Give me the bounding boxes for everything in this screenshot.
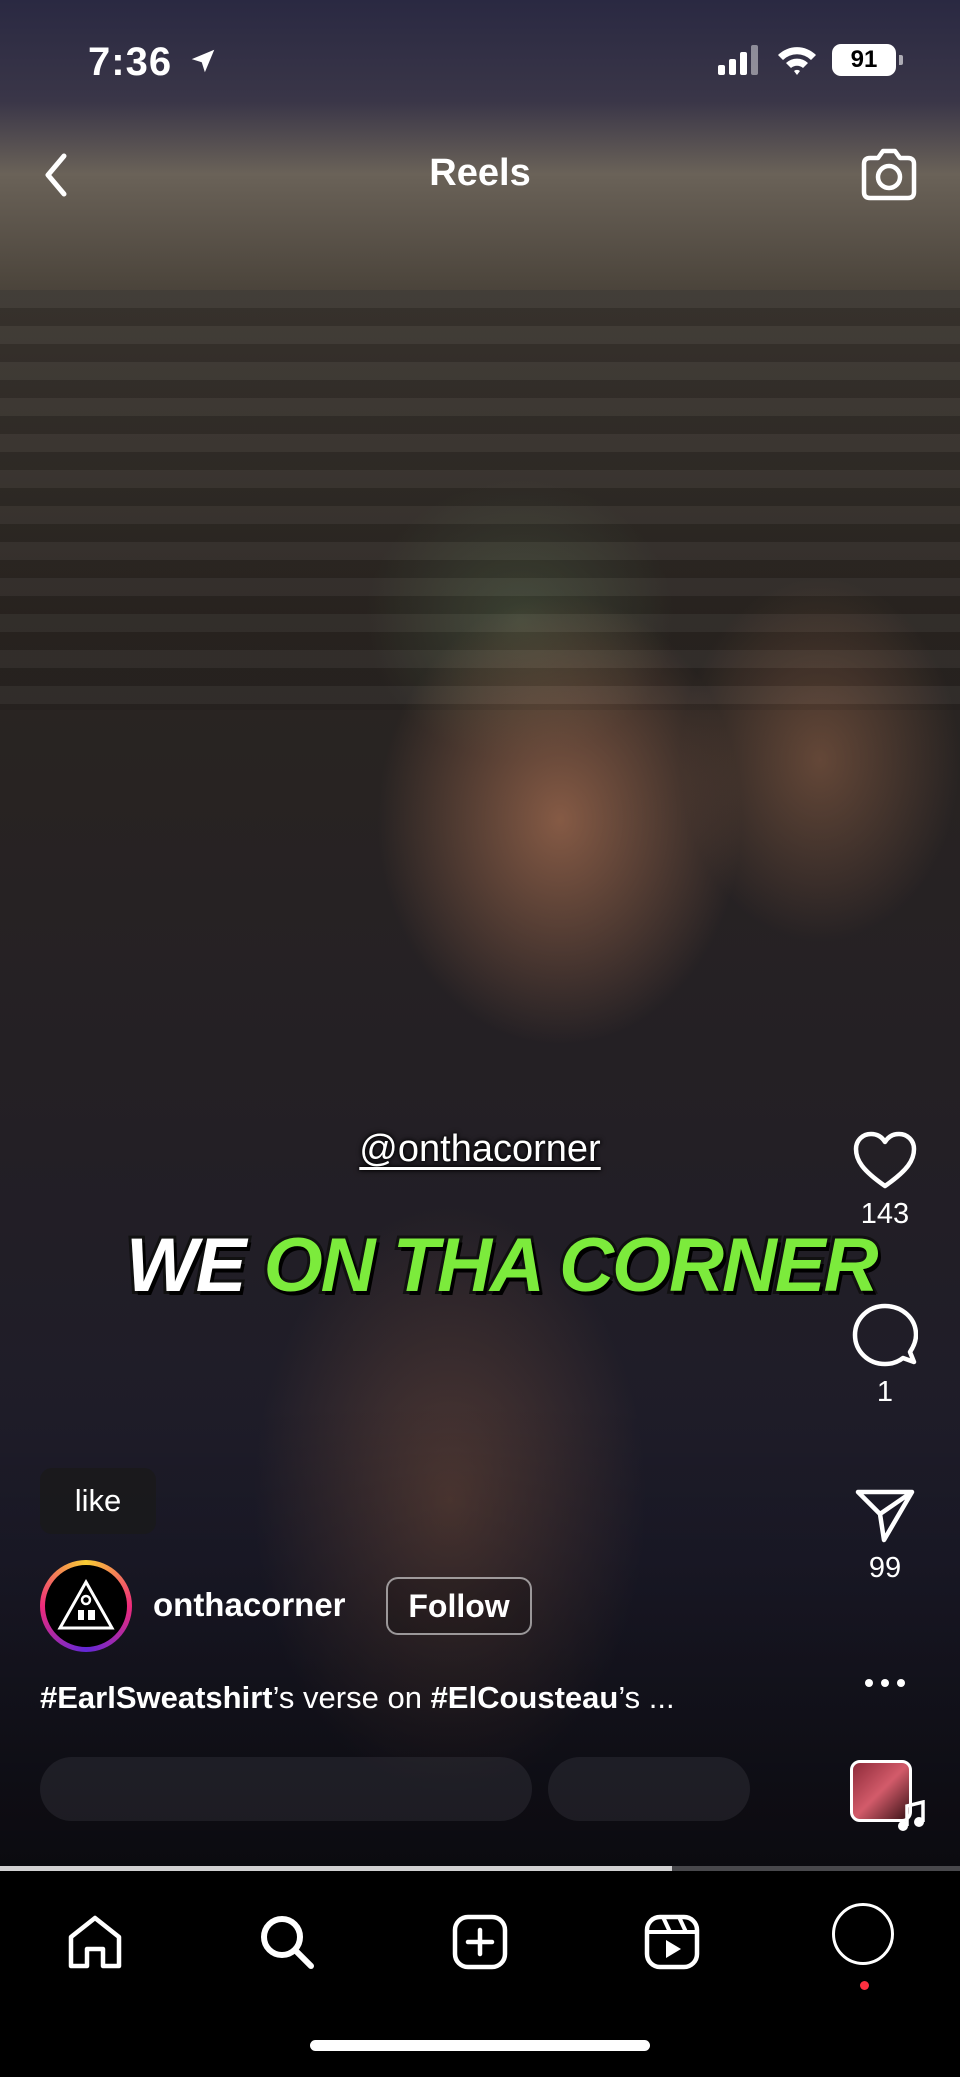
share-icon[interactable] — [854, 1486, 916, 1544]
comment-action[interactable]: 1 — [842, 1302, 928, 1409]
heart-icon[interactable] — [852, 1130, 918, 1190]
background-wall — [0, 290, 960, 710]
avatar[interactable] — [40, 1560, 132, 1652]
home-indicator — [310, 2040, 650, 2051]
otc-logo-icon — [57, 1578, 115, 1630]
home-icon[interactable] — [66, 1913, 124, 1971]
like-chip[interactable]: like — [40, 1468, 156, 1534]
status-indicators: 91 — [718, 44, 903, 76]
comment-preview-pill[interactable] — [40, 1757, 532, 1821]
camera-icon[interactable] — [858, 146, 920, 204]
comment-icon[interactable] — [852, 1302, 918, 1368]
audio-pill[interactable] — [548, 1757, 750, 1821]
profile-icon[interactable] — [832, 1903, 894, 1965]
tab-reels[interactable] — [637, 1907, 707, 1977]
tab-create[interactable] — [445, 1907, 515, 1977]
music-note-icon — [898, 1800, 925, 1831]
search-icon[interactable] — [258, 1913, 316, 1971]
battery-level: 91 — [850, 46, 878, 73]
like-count: 143 — [860, 1198, 910, 1230]
page-title: Reels — [429, 152, 531, 194]
video-caption: WE ON THA CORNER — [123, 1220, 882, 1311]
video-mention: @onthacorner — [359, 1128, 601, 1170]
status-time: 7:36 — [88, 40, 173, 84]
comment-count: 1 — [876, 1376, 894, 1408]
reels-screen: 7:36 91 Reels @onthacorner WE ON THA COR… — [0, 0, 960, 2077]
like-action[interactable]: 143 — [842, 1130, 928, 1231]
description-text: ’s verse on — [272, 1680, 431, 1715]
caption-word-white: WE — [123, 1220, 249, 1311]
tab-search[interactable] — [252, 1907, 322, 1977]
description-text: ’s ... — [618, 1680, 675, 1715]
post-description[interactable]: #EarlSweatshirt’s verse on #ElCousteau’s… — [40, 1680, 810, 1716]
username[interactable]: onthacorner — [153, 1586, 346, 1624]
location-arrow-icon — [191, 49, 215, 73]
follow-button[interactable]: Follow — [386, 1577, 532, 1635]
battery-icon: 91 — [832, 44, 903, 76]
tab-home[interactable] — [60, 1907, 130, 1977]
hashtag[interactable]: #EarlSweatshirt — [40, 1680, 273, 1715]
notification-dot — [860, 1981, 869, 1990]
share-action[interactable]: 99 — [842, 1486, 928, 1585]
hashtag[interactable]: #ElCousteau — [431, 1680, 619, 1715]
share-count: 99 — [868, 1552, 902, 1584]
signal-icon — [718, 45, 758, 75]
caption-word-green: ON THA CORNER — [261, 1220, 882, 1311]
reels-icon[interactable] — [643, 1913, 701, 1971]
more-icon[interactable] — [862, 1676, 908, 1690]
wifi-icon — [778, 47, 816, 75]
avatar-logo — [45, 1565, 127, 1647]
create-icon[interactable] — [451, 1913, 509, 1971]
